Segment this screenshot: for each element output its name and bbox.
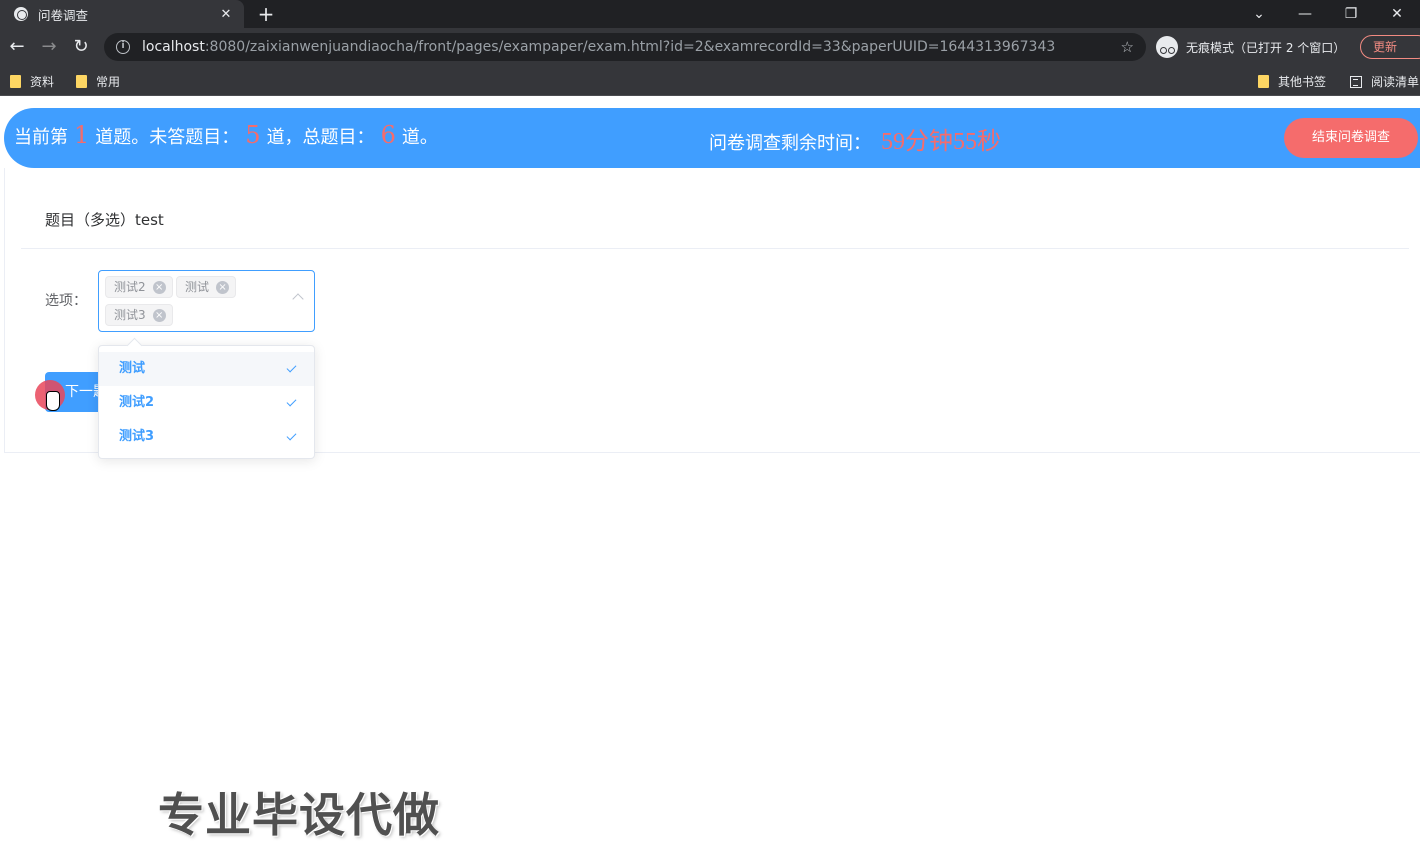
tag-close-icon[interactable]: × [152,280,166,294]
dropdown-option[interactable]: 测试 [99,352,314,386]
close-window-icon[interactable]: ✕ [1374,0,1420,28]
reload-icon[interactable]: ↻ [70,36,92,58]
dropdown-option[interactable]: 测试3 [99,420,314,454]
dropdown-option[interactable]: 测试2 [99,386,314,420]
folder-icon [76,75,87,88]
selected-tag: 测试 × [176,276,237,298]
window-controls: ⌄ — ❐ ✕ [1236,0,1420,28]
check-icon [286,362,297,373]
watermark-text: 专业毕设代做 [158,788,440,842]
reading-list[interactable]: 阅读清单 [1350,73,1419,90]
total-count: 6 [380,121,396,149]
tab-title: 问卷调查 [38,7,89,23]
check-icon [286,430,297,441]
bookmark-folder-other[interactable]: 其他书签 [1258,73,1326,90]
url-text[interactable]: localhost:8080/zaixianwenjuandiaocha/fro… [142,39,1121,55]
bookmark-star-icon[interactable]: ☆ [1121,38,1134,56]
current-question-number: 1 [74,121,90,149]
address-bar[interactable]: i localhost:8080/zaixianwenjuandiaocha/f… [104,33,1146,61]
restore-icon[interactable]: ❐ [1328,0,1374,28]
reading-list-icon [1350,75,1362,88]
folder-icon [1258,75,1269,88]
multi-select[interactable]: 测试2 × 测试 × 测试3 × [98,270,315,332]
end-survey-button[interactable]: 结束问卷调查 [1284,118,1418,158]
page-content: 当前第 1 道题。未答题目： 5 道，总题目： 6 道。 问卷调查剩余时间： 59分钟55秒 … [0,97,1420,852]
incognito-icon [1156,36,1178,58]
browser-tab[interactable]: 问卷调查 ✕ [0,0,244,28]
select-dropdown: 测试 测试2 测试3 [98,345,315,459]
incognito-label: 无痕模式（已打开 2 个窗口） [1186,40,1346,55]
hand-cursor-icon [46,391,60,411]
progress-text: 当前第 1 道题。未答题目： 5 道，总题目： 6 道。 [14,121,438,149]
browser-tab-strip: 问卷调查 ✕ + ⌄ — ❐ ✕ [0,0,1420,28]
options-label: 选项： [45,293,87,309]
new-tab-button[interactable]: + [256,2,276,26]
tag-close-icon[interactable]: × [152,308,166,322]
selected-tag: 测试2 × [105,276,173,298]
info-icon[interactable]: i [116,40,130,54]
bookmark-folder-ziliao[interactable]: 资料 [10,73,54,90]
selected-tag: 测试3 × [105,304,173,326]
forward-icon[interactable]: → [38,36,60,58]
divider [21,248,1409,249]
timer-value: 59分钟55秒 [881,129,1001,155]
remaining-time: 问卷调查剩余时间： 59分钟55秒 [709,129,1001,155]
tag-close-icon[interactable]: × [216,280,230,294]
update-button[interactable]: 更新 [1360,35,1420,59]
question-card: 题目（多选）test 选项： 测试2 × 测试 × 测试3 × 下一题 测试 测试2 [4,168,1420,459]
back-icon[interactable]: ← [6,36,28,58]
question-title: 题目（多选）test [45,211,164,229]
unanswered-count: 5 [245,121,261,149]
chevron-up-icon[interactable] [292,293,304,305]
check-icon [286,396,297,407]
browser-toolbar: ← → ↻ i localhost:8080/zaixianwenjuandia… [0,28,1420,66]
bookmark-folder-changyong[interactable]: 常用 [76,73,120,90]
folder-icon [10,75,21,88]
exam-status-bar: 当前第 1 道题。未答题目： 5 道，总题目： 6 道。 问卷调查剩余时间： 59分钟55秒 … [4,108,1420,168]
globe-icon [14,7,28,21]
incognito-indicator[interactable]: 无痕模式（已打开 2 个窗口） [1156,33,1345,61]
bookmarks-bar: 资料 常用 其他书签 阅读清单 [0,66,1420,96]
tab-search-icon[interactable]: ⌄ [1236,0,1282,28]
minimize-icon[interactable]: — [1282,0,1328,28]
close-tab-icon[interactable]: ✕ [218,7,234,22]
